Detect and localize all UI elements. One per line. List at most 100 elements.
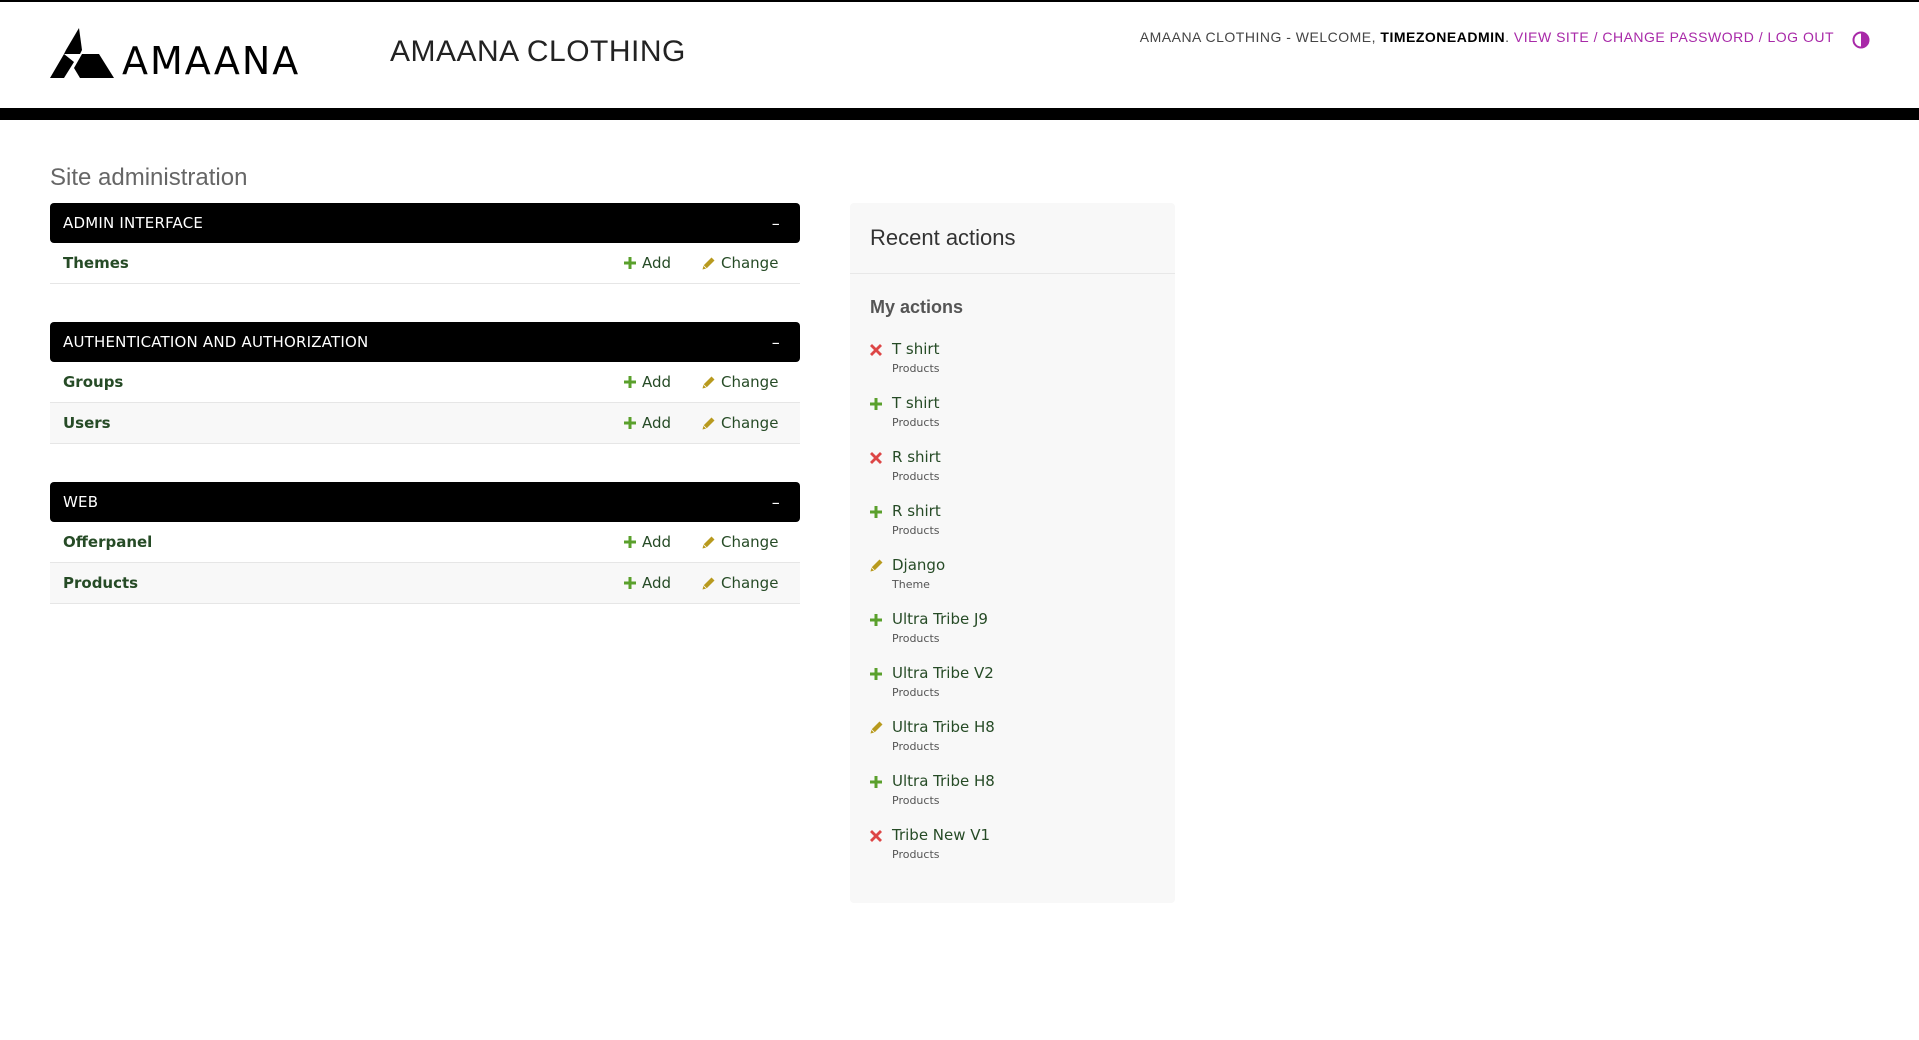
pencil-icon xyxy=(870,557,883,576)
my-actions-heading: My actions xyxy=(870,297,964,317)
user-tools: AMAANA CLOTHING - WELCOME, TIMEZONEADMIN… xyxy=(1139,29,1834,45)
pencil-icon xyxy=(702,257,715,269)
module-caption[interactable]: ADMIN INTERFACE – xyxy=(50,203,800,243)
recent-action-link[interactable]: R shirt xyxy=(892,502,1175,520)
recent-action-item: Tribe New V1 Products xyxy=(870,826,1175,880)
recent-action-link[interactable]: Ultra Tribe H8 xyxy=(892,772,1175,790)
recent-action-link[interactable]: Django xyxy=(892,556,1175,574)
recent-action-link[interactable]: T shirt xyxy=(892,394,1175,412)
pencil-icon xyxy=(702,417,715,429)
module-caption[interactable]: WEB – xyxy=(50,482,800,522)
recent-action-link[interactable]: T shirt xyxy=(892,340,1175,358)
model-row: Themes Add Change xyxy=(50,243,800,284)
recent-action-link[interactable]: R shirt xyxy=(892,448,1175,466)
username: TIMEZONEADMIN xyxy=(1380,29,1506,45)
module-web: WEB – Offerpanel Add Change Products Add… xyxy=(50,482,800,604)
module-caption-label[interactable]: WEB xyxy=(63,493,98,511)
change-button[interactable]: Change xyxy=(702,533,800,551)
recent-action-type: Products xyxy=(892,686,940,699)
add-button[interactable]: Add xyxy=(624,533,702,551)
module-caption[interactable]: AUTHENTICATION AND AUTHORIZATION – xyxy=(50,322,800,362)
view-site-link[interactable]: VIEW SITE xyxy=(1514,29,1589,45)
collapse-icon[interactable]: – xyxy=(772,214,780,233)
recent-actions-title: Recent actions xyxy=(850,203,1175,274)
module-authentication: AUTHENTICATION AND AUTHORIZATION – Group… xyxy=(50,322,800,444)
delete-x-icon xyxy=(870,827,882,846)
recent-action-type: Products xyxy=(892,794,940,807)
plus-icon xyxy=(624,257,636,269)
model-row: Users Add Change xyxy=(50,403,800,444)
add-button[interactable]: Add xyxy=(624,574,702,592)
add-label: Add xyxy=(642,414,672,432)
pencil-icon xyxy=(870,719,883,738)
module-caption-label[interactable]: ADMIN INTERFACE xyxy=(63,214,203,232)
recent-action-link[interactable]: Ultra Tribe H8 xyxy=(892,718,1175,736)
add-label: Add xyxy=(642,574,672,592)
app-modules: ADMIN INTERFACE – Themes Add Change AUTH… xyxy=(50,203,800,642)
model-link-offerpanel[interactable]: Offerpanel xyxy=(63,533,624,551)
site-header: AMAANA AMAANA CLOTHING AMAANA CLOTHING -… xyxy=(0,2,1919,108)
recent-action-link[interactable]: Ultra Tribe V2 xyxy=(892,664,1175,682)
action-list: T shirt Products T shirt Products R shirt Pro… xyxy=(850,340,1175,880)
pencil-icon xyxy=(702,376,715,388)
add-label: Add xyxy=(642,373,672,391)
recent-action-type: Products xyxy=(892,470,940,483)
welcome-text: AMAANA CLOTHING - WELCOME, xyxy=(1139,29,1377,45)
recent-action-item: R shirt Products xyxy=(870,448,1175,502)
plus-icon xyxy=(624,376,636,388)
recent-action-type: Products xyxy=(892,740,940,753)
model-row: Groups Add Change xyxy=(50,362,800,403)
change-button[interactable]: Change xyxy=(702,373,800,391)
recent-action-type: Theme xyxy=(892,578,930,591)
plus-icon xyxy=(870,395,882,414)
change-button[interactable]: Change xyxy=(702,414,800,432)
pencil-icon xyxy=(702,536,715,548)
model-link-themes[interactable]: Themes xyxy=(63,254,624,272)
change-button[interactable]: Change xyxy=(702,254,800,272)
site-name[interactable]: AMAANA CLOTHING xyxy=(390,35,686,69)
collapse-icon[interactable]: – xyxy=(772,493,780,512)
recent-action-type: Products xyxy=(892,416,940,429)
header-bar xyxy=(0,108,1919,120)
recent-action-link[interactable]: Ultra Tribe J9 xyxy=(892,610,1175,628)
delete-x-icon xyxy=(870,449,882,468)
recent-action-type: Products xyxy=(892,848,940,861)
add-button[interactable]: Add xyxy=(624,373,702,391)
add-button[interactable]: Add xyxy=(624,414,702,432)
model-row: Products Add Change xyxy=(50,563,800,604)
plus-icon xyxy=(870,773,882,792)
plus-icon xyxy=(624,577,636,589)
separator: / xyxy=(1593,29,1598,45)
recent-action-item: Ultra Tribe J9 Products xyxy=(870,610,1175,664)
change-label: Change xyxy=(721,373,779,391)
amaana-logo[interactable]: AMAANA xyxy=(50,28,356,86)
separator: / xyxy=(1758,29,1764,45)
delete-x-icon xyxy=(870,341,882,360)
model-link-users[interactable]: Users xyxy=(63,414,624,432)
change-label: Change xyxy=(721,414,779,432)
change-password-link[interactable]: CHANGE PASSWORD xyxy=(1602,29,1754,45)
recent-action-item: Ultra Tribe V2 Products xyxy=(870,664,1175,718)
recent-action-item: Ultra Tribe H8 Products xyxy=(870,718,1175,772)
recent-action-item: Django Theme xyxy=(870,556,1175,610)
model-link-groups[interactable]: Groups xyxy=(63,373,624,391)
plus-icon xyxy=(870,503,882,522)
module-caption-label[interactable]: AUTHENTICATION AND AUTHORIZATION xyxy=(63,333,368,351)
model-link-products[interactable]: Products xyxy=(63,574,624,592)
collapse-icon[interactable]: – xyxy=(772,333,780,352)
change-label: Change xyxy=(721,254,779,272)
log-out-link[interactable]: LOG OUT xyxy=(1767,29,1834,45)
recent-action-item: T shirt Products xyxy=(870,340,1175,394)
module-admin-interface: ADMIN INTERFACE – Themes Add Change xyxy=(50,203,800,284)
add-button[interactable]: Add xyxy=(624,254,702,272)
recent-action-type: Products xyxy=(892,524,940,537)
theme-toggle-icon[interactable] xyxy=(1851,30,1871,50)
change-button[interactable]: Change xyxy=(702,574,800,592)
plus-icon xyxy=(624,536,636,548)
recent-action-item: R shirt Products xyxy=(870,502,1175,556)
recent-action-link[interactable]: Tribe New V1 xyxy=(892,826,1175,844)
add-label: Add xyxy=(642,254,672,272)
plus-icon xyxy=(624,417,636,429)
change-label: Change xyxy=(721,574,779,592)
pencil-icon xyxy=(702,577,715,589)
